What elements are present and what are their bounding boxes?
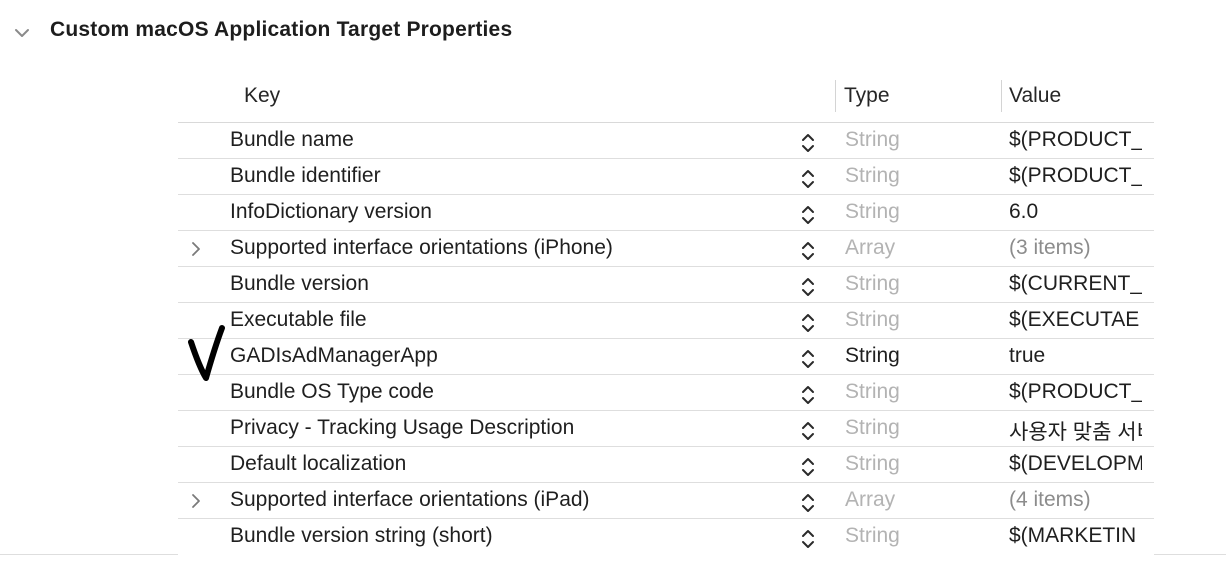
- row-value[interactable]: (4 items): [1009, 488, 1142, 512]
- table-row[interactable]: Bundle name String $(PRODUCT_: [178, 123, 1154, 159]
- column-separator[interactable]: [835, 80, 836, 112]
- row-key[interactable]: Supported interface orientations (iPad): [230, 488, 590, 512]
- row-type[interactable]: String: [845, 416, 900, 440]
- row-type[interactable]: String: [845, 200, 900, 224]
- table-header: Key Type Value: [178, 76, 1154, 123]
- up-down-stepper-icon[interactable]: [799, 275, 817, 299]
- row-key[interactable]: Bundle OS Type code: [230, 380, 434, 404]
- row-type[interactable]: String: [845, 344, 900, 368]
- row-key[interactable]: Bundle identifier: [230, 164, 381, 188]
- column-separator[interactable]: [1001, 80, 1002, 112]
- table-row[interactable]: Supported interface orientations (iPad) A…: [178, 483, 1154, 519]
- up-down-stepper-icon[interactable]: [799, 455, 817, 479]
- table-row[interactable]: Executable file String $(EXECUTAE: [178, 303, 1154, 339]
- table-row[interactable]: Bundle OS Type code String $(PRODUCT_: [178, 375, 1154, 411]
- chevron-right-icon[interactable]: [188, 241, 204, 257]
- up-down-stepper-icon[interactable]: [799, 491, 817, 515]
- column-header-value[interactable]: Value: [1009, 84, 1061, 108]
- row-type[interactable]: String: [845, 164, 900, 188]
- bottom-divider: [0, 554, 178, 555]
- row-key[interactable]: Executable file: [230, 308, 367, 332]
- section-header[interactable]: Custom macOS Application Target Properti…: [0, 14, 1226, 52]
- bottom-divider: [1154, 554, 1226, 555]
- row-type[interactable]: String: [845, 272, 900, 296]
- table-row[interactable]: Default localization String $(DEVELOPM: [178, 447, 1154, 483]
- row-value[interactable]: 사용자 맞춤 서비: [1009, 416, 1142, 446]
- table-body: Bundle name String $(PRODUCT_ Bundle identi…: [178, 123, 1154, 554]
- up-down-stepper-icon[interactable]: [799, 239, 817, 263]
- up-down-stepper-icon[interactable]: [799, 383, 817, 407]
- row-type[interactable]: Array: [845, 236, 895, 260]
- row-type[interactable]: String: [845, 380, 900, 404]
- row-type[interactable]: String: [845, 128, 900, 152]
- row-value[interactable]: $(CURRENT_: [1009, 272, 1142, 296]
- row-key[interactable]: Bundle name: [230, 128, 354, 152]
- table-row[interactable]: Bundle version string (short) String $(MAR…: [178, 519, 1154, 554]
- chevron-down-icon[interactable]: [13, 24, 31, 42]
- row-value[interactable]: 6.0: [1009, 200, 1142, 224]
- table-row[interactable]: Bundle identifier String $(PRODUCT_: [178, 159, 1154, 195]
- handwritten-check-mark: [188, 325, 225, 381]
- up-down-stepper-icon[interactable]: [799, 311, 817, 335]
- up-down-stepper-icon[interactable]: [799, 527, 817, 551]
- table-row[interactable]: Bundle version String $(CURRENT_: [178, 267, 1154, 303]
- table-row[interactable]: InfoDictionary version String 6.0: [178, 195, 1154, 231]
- row-key[interactable]: Bundle version string (short): [230, 524, 493, 548]
- row-type[interactable]: Array: [845, 488, 895, 512]
- row-value[interactable]: $(EXECUTAE: [1009, 308, 1142, 332]
- up-down-stepper-icon[interactable]: [799, 419, 817, 443]
- up-down-stepper-icon[interactable]: [799, 347, 817, 371]
- row-key[interactable]: GADIsAdManagerApp: [230, 344, 438, 368]
- table-row[interactable]: Supported interface orientations (iPhone…: [178, 231, 1154, 267]
- up-down-stepper-icon[interactable]: [799, 167, 817, 191]
- row-key[interactable]: Bundle version: [230, 272, 369, 296]
- properties-table: Key Type Value Bundle name String $(PRODUC…: [178, 76, 1154, 554]
- row-type[interactable]: String: [845, 524, 900, 548]
- column-header-type[interactable]: Type: [844, 84, 890, 108]
- row-value[interactable]: $(DEVELOPM: [1009, 452, 1142, 476]
- row-value[interactable]: $(MARKETIN: [1009, 524, 1142, 548]
- row-value[interactable]: $(PRODUCT_: [1009, 128, 1142, 152]
- row-key[interactable]: Default localization: [230, 452, 406, 476]
- row-value[interactable]: $(PRODUCT_: [1009, 164, 1142, 188]
- table-row[interactable]: GADIsAdManagerApp String true: [178, 339, 1154, 375]
- up-down-stepper-icon[interactable]: [799, 131, 817, 155]
- row-key[interactable]: InfoDictionary version: [230, 200, 432, 224]
- row-type[interactable]: String: [845, 452, 900, 476]
- chevron-right-icon[interactable]: [188, 493, 204, 509]
- row-value[interactable]: true: [1009, 344, 1142, 368]
- row-value[interactable]: (3 items): [1009, 236, 1142, 260]
- row-key[interactable]: Supported interface orientations (iPhone…: [230, 236, 613, 260]
- section-title: Custom macOS Application Target Properti…: [50, 18, 513, 41]
- row-value[interactable]: $(PRODUCT_: [1009, 380, 1142, 404]
- up-down-stepper-icon[interactable]: [799, 203, 817, 227]
- table-row[interactable]: Privacy - Tracking Usage Description Stri…: [178, 411, 1154, 447]
- row-key[interactable]: Privacy - Tracking Usage Description: [230, 416, 574, 440]
- column-header-key[interactable]: Key: [244, 84, 280, 108]
- row-type[interactable]: String: [845, 308, 900, 332]
